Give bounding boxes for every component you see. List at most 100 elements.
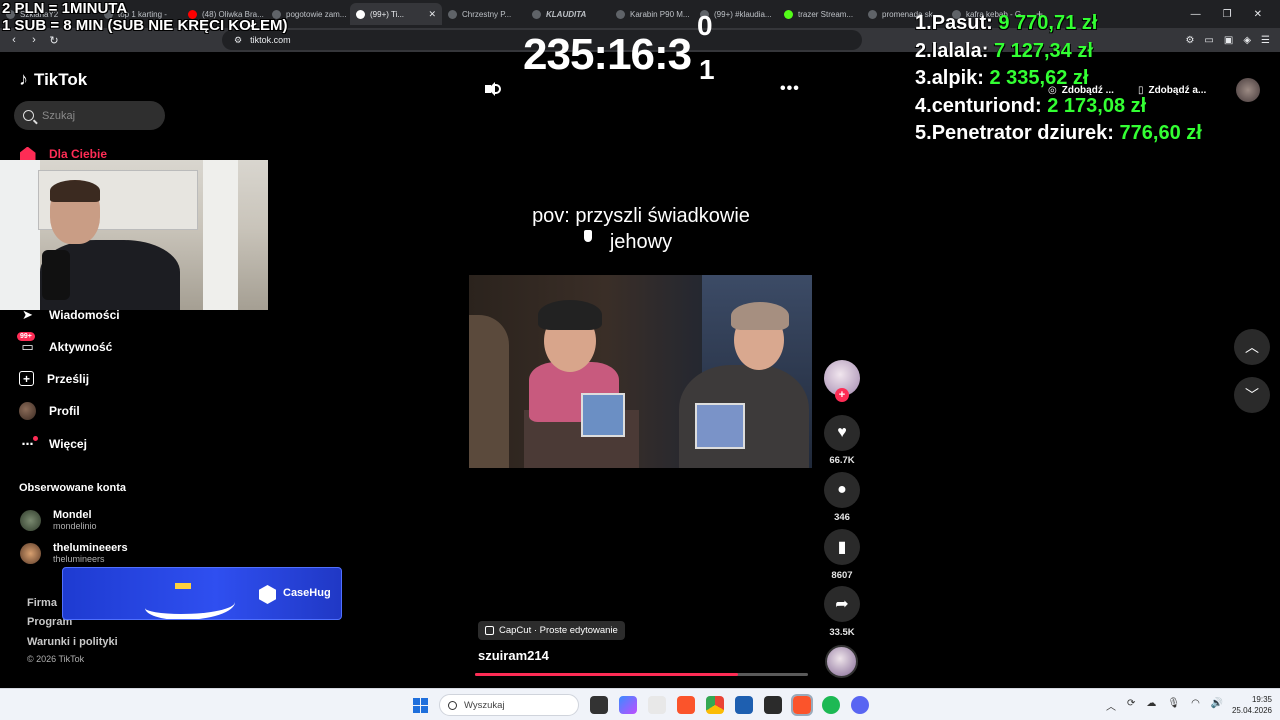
save-count: 8607: [831, 570, 853, 581]
donor-name: centuriond:: [931, 94, 1042, 117]
sync-icon[interactable]: ⟳: [1127, 698, 1135, 713]
chevron-up-icon: ︿: [1245, 339, 1259, 355]
chevron-up-icon[interactable]: ︿: [1106, 698, 1116, 713]
chevron-down-icon: ﹀: [1245, 387, 1259, 403]
comment-button[interactable]: ●: [824, 472, 860, 508]
casehug-banner: CaseHug: [62, 567, 342, 620]
account-username: mondelinio: [53, 521, 97, 531]
video-author[interactable]: szuiram214: [478, 648, 549, 663]
sound-disc[interactable]: [825, 645, 858, 678]
mouse-cursor-icon: [583, 229, 593, 243]
following-accounts-title: Obserwowane konta: [19, 482, 126, 494]
wifi-icon[interactable]: ◠: [1191, 698, 1200, 713]
more-options-icon[interactable]: •••: [780, 80, 800, 98]
tab-favicon: [448, 9, 457, 19]
site-info-icon[interactable]: ⚙: [234, 35, 242, 46]
brave-active-icon[interactable]: [791, 694, 813, 716]
search-placeholder: Szukaj: [42, 109, 76, 122]
get-coins-button[interactable]: ◎ Zdobądź ...: [1040, 79, 1122, 101]
url-text: tiktok.com: [250, 35, 291, 45]
tab-favicon: [616, 9, 625, 19]
browser-tab[interactable]: trazer Stream...: [778, 3, 862, 25]
share-button[interactable]: ➦: [824, 586, 860, 622]
nav-profile[interactable]: Profil: [19, 401, 80, 420]
discord-icon[interactable]: [851, 696, 869, 714]
share-count: 33.5K: [829, 627, 855, 638]
nav-upload[interactable]: + Prześlij: [19, 371, 89, 386]
previous-video-button[interactable]: ︿: [1234, 329, 1270, 365]
donor-amount: 9 770,71 zł: [998, 12, 1098, 34]
casehug-logo-icon: [259, 585, 276, 604]
tab-favicon: [868, 9, 877, 19]
tab-label: pogotowie zam...: [286, 9, 347, 19]
following-account[interactable]: Mondel mondelinio: [20, 509, 97, 532]
browser-tab-active[interactable]: (99+) Ti... ✕: [350, 3, 442, 25]
task-view-icon[interactable]: [590, 696, 608, 714]
donor-name: Penetrator dziurek:: [931, 122, 1114, 144]
account-name: Mondel: [53, 509, 92, 521]
user-avatar[interactable]: [1236, 78, 1261, 102]
footer-company-link[interactable]: Firma: [27, 597, 57, 609]
search-input[interactable]: Szukaj: [14, 101, 165, 130]
next-video-button[interactable]: ﹀: [1234, 377, 1270, 413]
panel-icon[interactable]: ▭: [1204, 35, 1213, 46]
start-icon[interactable]: [413, 698, 428, 713]
comment-count: 346: [834, 512, 850, 523]
speaker-icon[interactable]: 🔊: [1211, 698, 1223, 713]
close-tab-icon[interactable]: ✕: [428, 9, 436, 20]
forward-icon[interactable]: ›: [24, 34, 44, 46]
taskbar-apps: [590, 694, 869, 716]
clock-date: 25.04.2026: [1231, 706, 1272, 715]
chrome-icon[interactable]: [706, 696, 724, 714]
cloud-icon[interactable]: ☁: [1146, 698, 1156, 713]
follow-plus-icon[interactable]: +: [835, 388, 849, 402]
copilot-icon[interactable]: [619, 696, 637, 714]
following-account[interactable]: thelumineeers thelumineers: [20, 542, 128, 565]
reload-icon[interactable]: ↻: [44, 34, 64, 47]
taskbar-search[interactable]: Wyszukaj: [439, 694, 579, 716]
leaderboard-row: 1.Pasut: 9 770,71 zł: [915, 12, 1098, 34]
tiktok-favicon: [356, 9, 365, 19]
app-icon[interactable]: [764, 696, 782, 714]
brave-icon[interactable]: [677, 696, 695, 714]
menu-icon[interactable]: ☰: [1261, 35, 1270, 46]
tiktok-wordmark: TikTok: [34, 69, 88, 89]
browser-tab[interactable]: KLAUDITA: [526, 3, 610, 25]
browser-tab[interactable]: Karabin P90 M...: [610, 3, 694, 25]
wallet-icon[interactable]: ▣: [1224, 35, 1233, 46]
get-app-button[interactable]: ▯ Zdobądź a...: [1130, 79, 1214, 101]
clock-time: 19:35: [1251, 695, 1272, 704]
video-progress-bar[interactable]: [475, 673, 808, 676]
spotify-icon[interactable]: [822, 696, 840, 714]
notification-badge: 99+: [17, 332, 35, 341]
coin-icon: ◎: [1048, 84, 1057, 96]
save-button[interactable]: ▮: [824, 529, 860, 565]
bookmark-icon: ▮: [837, 539, 847, 556]
more-dots-icon: ⋯: [19, 435, 38, 452]
button-label: Zdobądź ...: [1061, 84, 1114, 96]
subathon-timer: 235:16:3: [523, 30, 692, 79]
capcut-tag[interactable]: CapCut · Proste edytowanie: [478, 621, 625, 640]
close-window-icon[interactable]: ✕: [1254, 9, 1262, 20]
mic-icon[interactable]: 🎙: [1167, 698, 1180, 713]
taskbar-clock[interactable]: 19:35 25.04.2026: [1232, 694, 1272, 716]
search-icon: [448, 700, 457, 710]
timer-digit-top: 0: [697, 10, 713, 41]
shield-icon[interactable]: ◈: [1243, 35, 1251, 46]
share-arrow-icon: ➦: [835, 596, 849, 613]
volume-icon[interactable]: [484, 80, 502, 98]
nav-more[interactable]: ⋯ Więcej: [19, 435, 87, 452]
maximize-icon[interactable]: ❐: [1223, 9, 1232, 20]
nav-activity[interactable]: ▭ 99+ Aktywność: [17, 332, 112, 355]
donor-name: alpik:: [931, 67, 984, 89]
like-button[interactable]: ♥: [824, 415, 860, 451]
tiktok-logo[interactable]: ♪ TikTok: [19, 69, 87, 90]
video-frame[interactable]: [469, 275, 812, 468]
tab-favicon: [532, 9, 541, 19]
footer-terms-link[interactable]: Warunki i polityki: [27, 636, 118, 648]
browser-tab[interactable]: Chrzestny P...: [442, 3, 526, 25]
nav-label: Więcej: [49, 436, 87, 451]
back-icon[interactable]: ‹: [4, 34, 24, 46]
donor-name: lalala:: [931, 39, 989, 62]
store-icon[interactable]: [735, 696, 753, 714]
